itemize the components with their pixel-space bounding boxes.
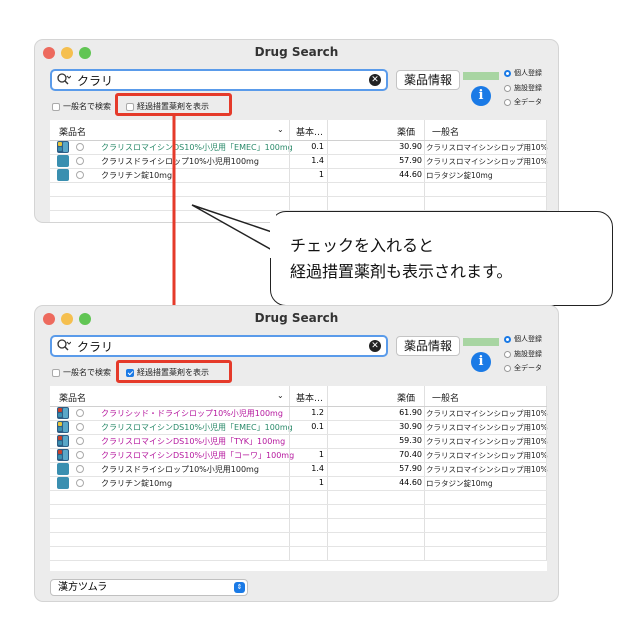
table-row[interactable]: クラリチン錠10mg 1 44.60 ロラタジン錠10mg [50, 477, 547, 491]
generic-name: クラリスロマイシンシロップ用10% [426, 409, 548, 418]
drug-price: 44.60 [399, 478, 422, 487]
generic-name-search-checkbox[interactable]: 一般名で検索 [52, 367, 111, 378]
col-header-name[interactable]: 薬品名 [59, 391, 86, 404]
base-unit: 1.4 [311, 464, 324, 473]
callout-line-2: 経過措置薬剤も表示されます。 [290, 262, 513, 281]
drug-type-icon [57, 421, 69, 433]
generic-name: クラリスロマイシンシロップ用10% [426, 423, 548, 432]
drug-type-icon [57, 449, 69, 461]
drug-search-window-after: Drug Search クラリ ✕ 薬品情報 i 個人登録 施設登録 全データ … [35, 306, 558, 601]
radio-label: 施設登録 [514, 350, 542, 358]
generic-name: クラリスロマイシンシロップ用10% [426, 437, 548, 446]
status-circle-icon[interactable] [76, 409, 84, 417]
drug-type-icon [57, 477, 69, 489]
drug-name: クラリスロマイシンDS10%小児用「コーワ」100mg [101, 451, 295, 460]
generic-name: クラリスロマイシンシロップ用10% [426, 451, 548, 460]
highlight-box-checked [116, 360, 232, 383]
empty-table-row [50, 519, 547, 533]
radio-selected-icon[interactable] [504, 335, 511, 343]
empty-table-row [50, 533, 547, 547]
drug-price: 57.90 [399, 464, 422, 473]
status-circle-icon[interactable] [76, 479, 84, 487]
radio-all-data[interactable]: 全データ [504, 363, 542, 373]
table-row[interactable]: クラリスロマイシンDS10%小児用「TYK」100mg 59.30 クラリスロマイシ… [50, 435, 548, 449]
drug-name: クラリシッド・ドライシロップ10%小児用100mg [101, 409, 283, 418]
radio-icon[interactable] [504, 350, 511, 358]
status-circle-icon[interactable] [76, 451, 84, 459]
results-table: 薬品名 ⌄ 基本… 薬価 一般名 クラリシッド・ドライシロップ10%小児用100… [50, 386, 548, 571]
radio-icon[interactable] [504, 364, 511, 372]
empty-table-row [50, 547, 547, 561]
col-header-generic[interactable]: 一般名 [432, 391, 459, 404]
drug-name: クラリチン錠10mg [101, 479, 173, 488]
base-unit: 1 [318, 450, 324, 459]
window-title: Drug Search [254, 311, 339, 325]
callout-text: チェックを入れると経過措置薬剤も表示されます。 [290, 233, 512, 285]
col-header-price[interactable]: 薬価 [397, 391, 415, 404]
empty-table-row [50, 505, 547, 519]
radio-facility[interactable]: 施設登録 [504, 349, 542, 359]
drug-price: 61.90 [399, 408, 422, 417]
base-unit: 1 [318, 478, 324, 487]
drug-price: 70.40 [399, 450, 422, 459]
status-circle-icon[interactable] [76, 423, 84, 431]
sort-chevron-icon[interactable]: ⌄ [277, 391, 284, 400]
generic-name: ロラタジン錠10mg [426, 479, 493, 488]
drug-type-icon [57, 435, 69, 447]
checkbox-icon[interactable] [52, 368, 60, 377]
col-header-base[interactable]: 基本… [296, 391, 323, 404]
callout-pointer [191, 204, 276, 258]
drug-name: クラリスロマイシンDS10%小児用「EMEC」100mg [101, 423, 293, 432]
search-icon[interactable] [57, 339, 71, 351]
table-body: クラリシッド・ドライシロップ10%小児用100mg 1.2 61.90 クラリスロマイ… [50, 407, 548, 561]
radio-personal[interactable]: 個人登録 [504, 334, 542, 344]
drug-name: クラリスドライシロップ10%小児用100mg [101, 465, 259, 474]
base-unit: 0.1 [311, 422, 324, 431]
table-row[interactable]: クラリスロマイシンDS10%小児用「コーワ」100mg 1 70.40 クラリスロマイ… [50, 449, 548, 463]
status-color-bar [463, 338, 499, 346]
drug-type-icon [57, 463, 69, 475]
callout-line-1: チェックを入れると [290, 236, 435, 255]
search-input-value[interactable]: クラリ [77, 338, 113, 355]
generic-name: クラリスロマイシンシロップ用10% [426, 465, 548, 474]
base-unit: 1.2 [311, 408, 324, 417]
status-circle-icon[interactable] [76, 437, 84, 445]
drug-type-icon [57, 407, 69, 419]
table-header: 薬品名 ⌄ 基本… 薬価 一般名 [50, 386, 547, 407]
drug-info-button[interactable]: 薬品情報 [396, 336, 460, 356]
popup-label: 漢方ツムラ [58, 582, 108, 593]
info-icon[interactable]: i [471, 352, 491, 372]
drug-price: 30.90 [399, 422, 422, 431]
title-bar: Drug Search [35, 306, 558, 332]
radio-label: 全データ [514, 364, 542, 372]
clear-search-icon[interactable]: ✕ [369, 340, 381, 352]
collection-popup-button[interactable]: 漢方ツムラ ⇕ [50, 579, 248, 596]
updown-chevron-icon[interactable]: ⇕ [234, 582, 245, 593]
table-row[interactable]: クラリシッド・ドライシロップ10%小児用100mg 1.2 61.90 クラリスロマイ… [50, 407, 548, 421]
drug-name: クラリスロマイシンDS10%小児用「TYK」100mg [101, 437, 286, 446]
table-row[interactable]: クラリスロマイシンDS10%小児用「EMEC」100mg 0.1 30.90 クラリス… [50, 421, 548, 435]
search-field[interactable]: クラリ ✕ [50, 335, 388, 357]
empty-table-row [50, 491, 547, 505]
drug-price: 59.30 [399, 436, 422, 445]
table-row[interactable]: クラリスドライシロップ10%小児用100mg 1.4 57.90 クラリスロマイシンシ… [50, 463, 548, 477]
checkbox-label: 一般名で検索 [63, 368, 111, 377]
radio-label: 個人登録 [514, 335, 542, 343]
status-circle-icon[interactable] [76, 465, 84, 473]
